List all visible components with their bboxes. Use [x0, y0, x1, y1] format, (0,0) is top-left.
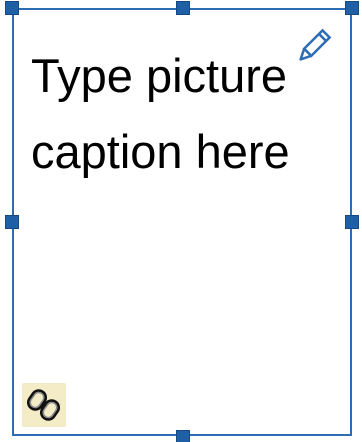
link-button[interactable] — [22, 383, 66, 427]
link-icon — [26, 389, 61, 421]
pencil-icon — [299, 28, 332, 61]
resize-handle-bottom[interactable] — [176, 430, 190, 442]
resize-handle-top-left[interactable] — [5, 1, 19, 15]
caption-text-frame[interactable]: Type picture caption here — [12, 8, 352, 436]
resize-handle-left[interactable] — [5, 215, 19, 229]
edit-caption-button[interactable] — [296, 18, 342, 64]
caption-editor-canvas: Type picture caption here — [0, 0, 362, 442]
resize-handle-top-right[interactable] — [345, 1, 359, 15]
resize-handle-right[interactable] — [345, 215, 359, 229]
resize-handle-top[interactable] — [176, 1, 190, 15]
